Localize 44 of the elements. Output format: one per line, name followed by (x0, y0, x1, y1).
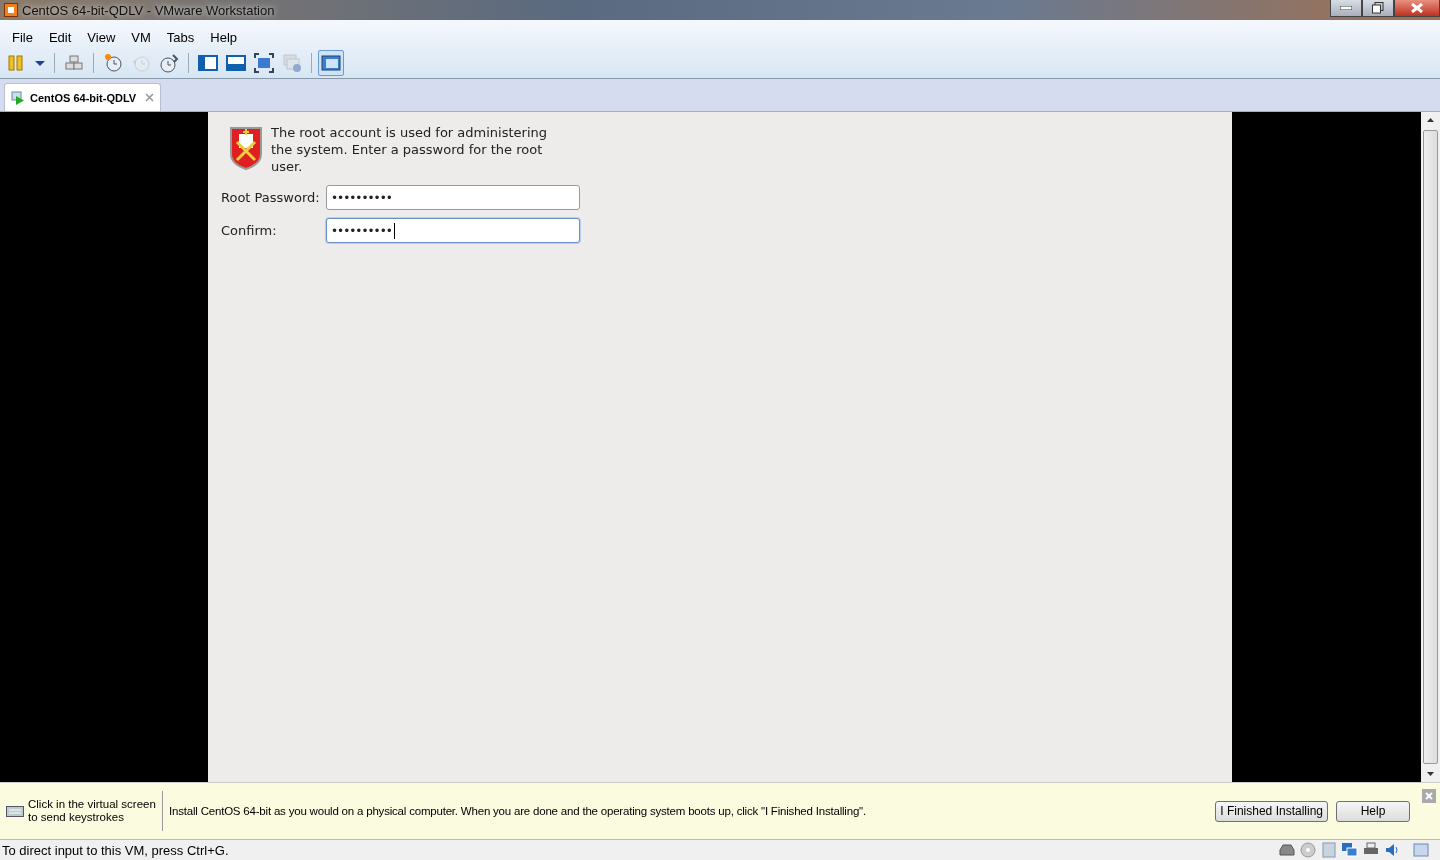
menu-item[interactable]: File (4, 27, 41, 47)
sound-icon[interactable] (1383, 841, 1401, 859)
field-label: Confirm: (221, 223, 278, 238)
revert-icon (131, 53, 151, 73)
console-toolbar-button[interactable] (318, 50, 344, 76)
status-text: To direct input to this VM, press Ctrl+G. (1, 842, 230, 858)
dropdown-icon (35, 60, 45, 66)
field-label: Root Password: (221, 190, 321, 205)
finished-installing-button[interactable]: I Finished Installing (1215, 800, 1328, 822)
keyboard-icon (6, 804, 24, 818)
menu-item[interactable]: Edit (40, 27, 80, 47)
shield-icon (227, 124, 265, 170)
close-button[interactable] (1394, 0, 1440, 17)
keys-icon (64, 53, 84, 73)
snapshot-icon (103, 53, 123, 73)
menu-item[interactable]: Help (202, 27, 246, 47)
sidebar-icon (198, 53, 218, 73)
menu-item[interactable]: Tabs (158, 27, 203, 47)
close-icon (1411, 3, 1423, 13)
vm-tab[interactable]: CentOS 64-bit-QDLV (4, 83, 162, 111)
hint-message: Install CentOS 64-bit as you would on a physical computer. When you are done and the operating system boots up, click "I Finished Installing". (169, 805, 867, 817)
help-button[interactable]: Help (1336, 800, 1410, 822)
password-field[interactable]: •••••••••• (326, 218, 580, 243)
minimize-button[interactable] (1330, 0, 1362, 17)
menu-item[interactable]: View (79, 27, 124, 47)
scrollbar[interactable] (1421, 112, 1440, 782)
window-title: CentOS 64-bit-QDLV - VMware Workstation (22, 2, 276, 18)
restore-icon (1372, 2, 1384, 14)
minimize-icon (1340, 6, 1352, 10)
description-text: The root account is used for administering the system. Enter a password for the root user. (271, 124, 548, 175)
maximize-button[interactable] (1362, 0, 1394, 17)
fullscreen-icon (254, 53, 274, 73)
close-tab-icon[interactable] (145, 93, 155, 102)
manage-icon (159, 53, 179, 73)
menu-item[interactable]: VM (123, 27, 159, 47)
console-icon (321, 53, 341, 73)
network-icon[interactable] (1341, 841, 1359, 859)
unity-icon (282, 53, 302, 73)
app-icon (4, 3, 18, 17)
vm-running-icon (11, 90, 25, 105)
hint-tip: Click in the virtual screen to send keystrokes (28, 798, 157, 824)
thumbs-icon (226, 53, 246, 73)
password-field[interactable]: •••••••••• (326, 185, 580, 210)
fullscreen-toolbar-button[interactable] (251, 50, 277, 76)
